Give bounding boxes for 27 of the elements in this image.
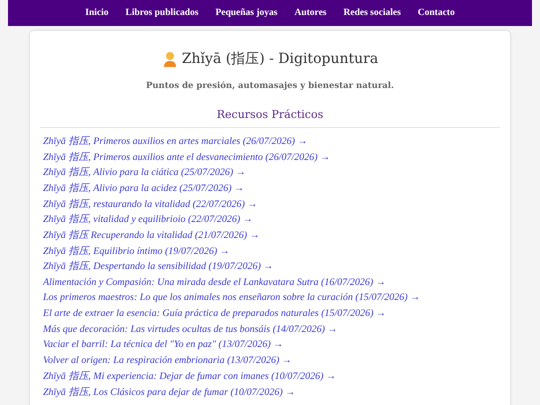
person-icon <box>162 51 178 67</box>
nav-link[interactable]: Redes sociales <box>344 8 401 18</box>
article-link[interactable]: Zhīyā 指压, Despertando la sensibilidad (19/07/2026) → <box>43 259 274 274</box>
nav-link[interactable]: Autores <box>294 8 327 18</box>
article-link[interactable]: El arte de extraer la esencia: Guía práctica de preparados naturales (15/07/2026) → <box>43 308 386 319</box>
nav-link[interactable]: Pequeñas joyas <box>215 8 278 18</box>
article-link[interactable]: Vaciar el barril: La técnica del "Yo en paz" (13/07/2026) → <box>43 339 284 350</box>
article-link[interactable]: Zhīyā 指压, Primeros auxilios ante el desvanecimiento (26/07/2026) → <box>43 150 330 164</box>
article-link[interactable]: Alimentación y Compasión: Una mirada desde el Lankavatara Sutra (16/07/2026) → <box>43 276 386 288</box>
section-heading: Recursos Prácticos <box>40 108 500 128</box>
article-link[interactable]: Zhīyā 指压, Alivio para la acidez (25/07/2026) → <box>43 180 244 195</box>
nav-link[interactable]: Libros publicados <box>126 8 198 18</box>
nav-link[interactable]: Contacto <box>418 8 455 18</box>
article-link[interactable]: Zhīyā 指压, Alivio para la ciática (25/07/2026) → <box>43 165 246 180</box>
article-link[interactable]: Zhīyā 指压 Recuperando la vitalidad (21/07/2026) → <box>43 228 260 242</box>
article-link[interactable]: Zhīyā 指压, vitalidad y equilibrioio (22/07/2026) → <box>43 212 253 226</box>
article-link[interactable]: Zhīyā 指压, Equilibrio íntimo (19/07/2026) → <box>43 244 230 258</box>
nav-link[interactable]: Inicio <box>85 8 108 18</box>
article-link[interactable]: Zhīyā 指压, Primeros auxilios en artes marciales (26/07/2026) → <box>43 134 308 148</box>
article-link[interactable]: Volver al origen: La respiración embrionaria (13/07/2026) → <box>43 354 292 366</box>
article-link[interactable]: Más que decoración: Las virtudes ocultas de tus bonsáis (14/07/2026) → <box>43 324 338 335</box>
article-link[interactable]: Zhīyā 指压, restaurando la vitalidad (22/07/2026) → <box>43 196 258 211</box>
article-link[interactable]: Zhīyā 指压, Los Clásicos para dejar de fumar (10/07/2026) → <box>43 384 296 399</box>
article-link[interactable]: Zhīyā 指压, Mi experiencia: Dejar de fumar con imanes (10/07/2026) → <box>43 369 336 384</box>
page-title: Zhǐyā (指压) - Digitopuntura <box>182 50 378 68</box>
article-link[interactable]: Los primeros maestros: Lo que los animales nos enseñaron sobre la curación (15/07/2026) → <box>43 292 420 304</box>
subtitle: Puntos de presión, automasajes y bienestar natural. <box>144 81 395 91</box>
